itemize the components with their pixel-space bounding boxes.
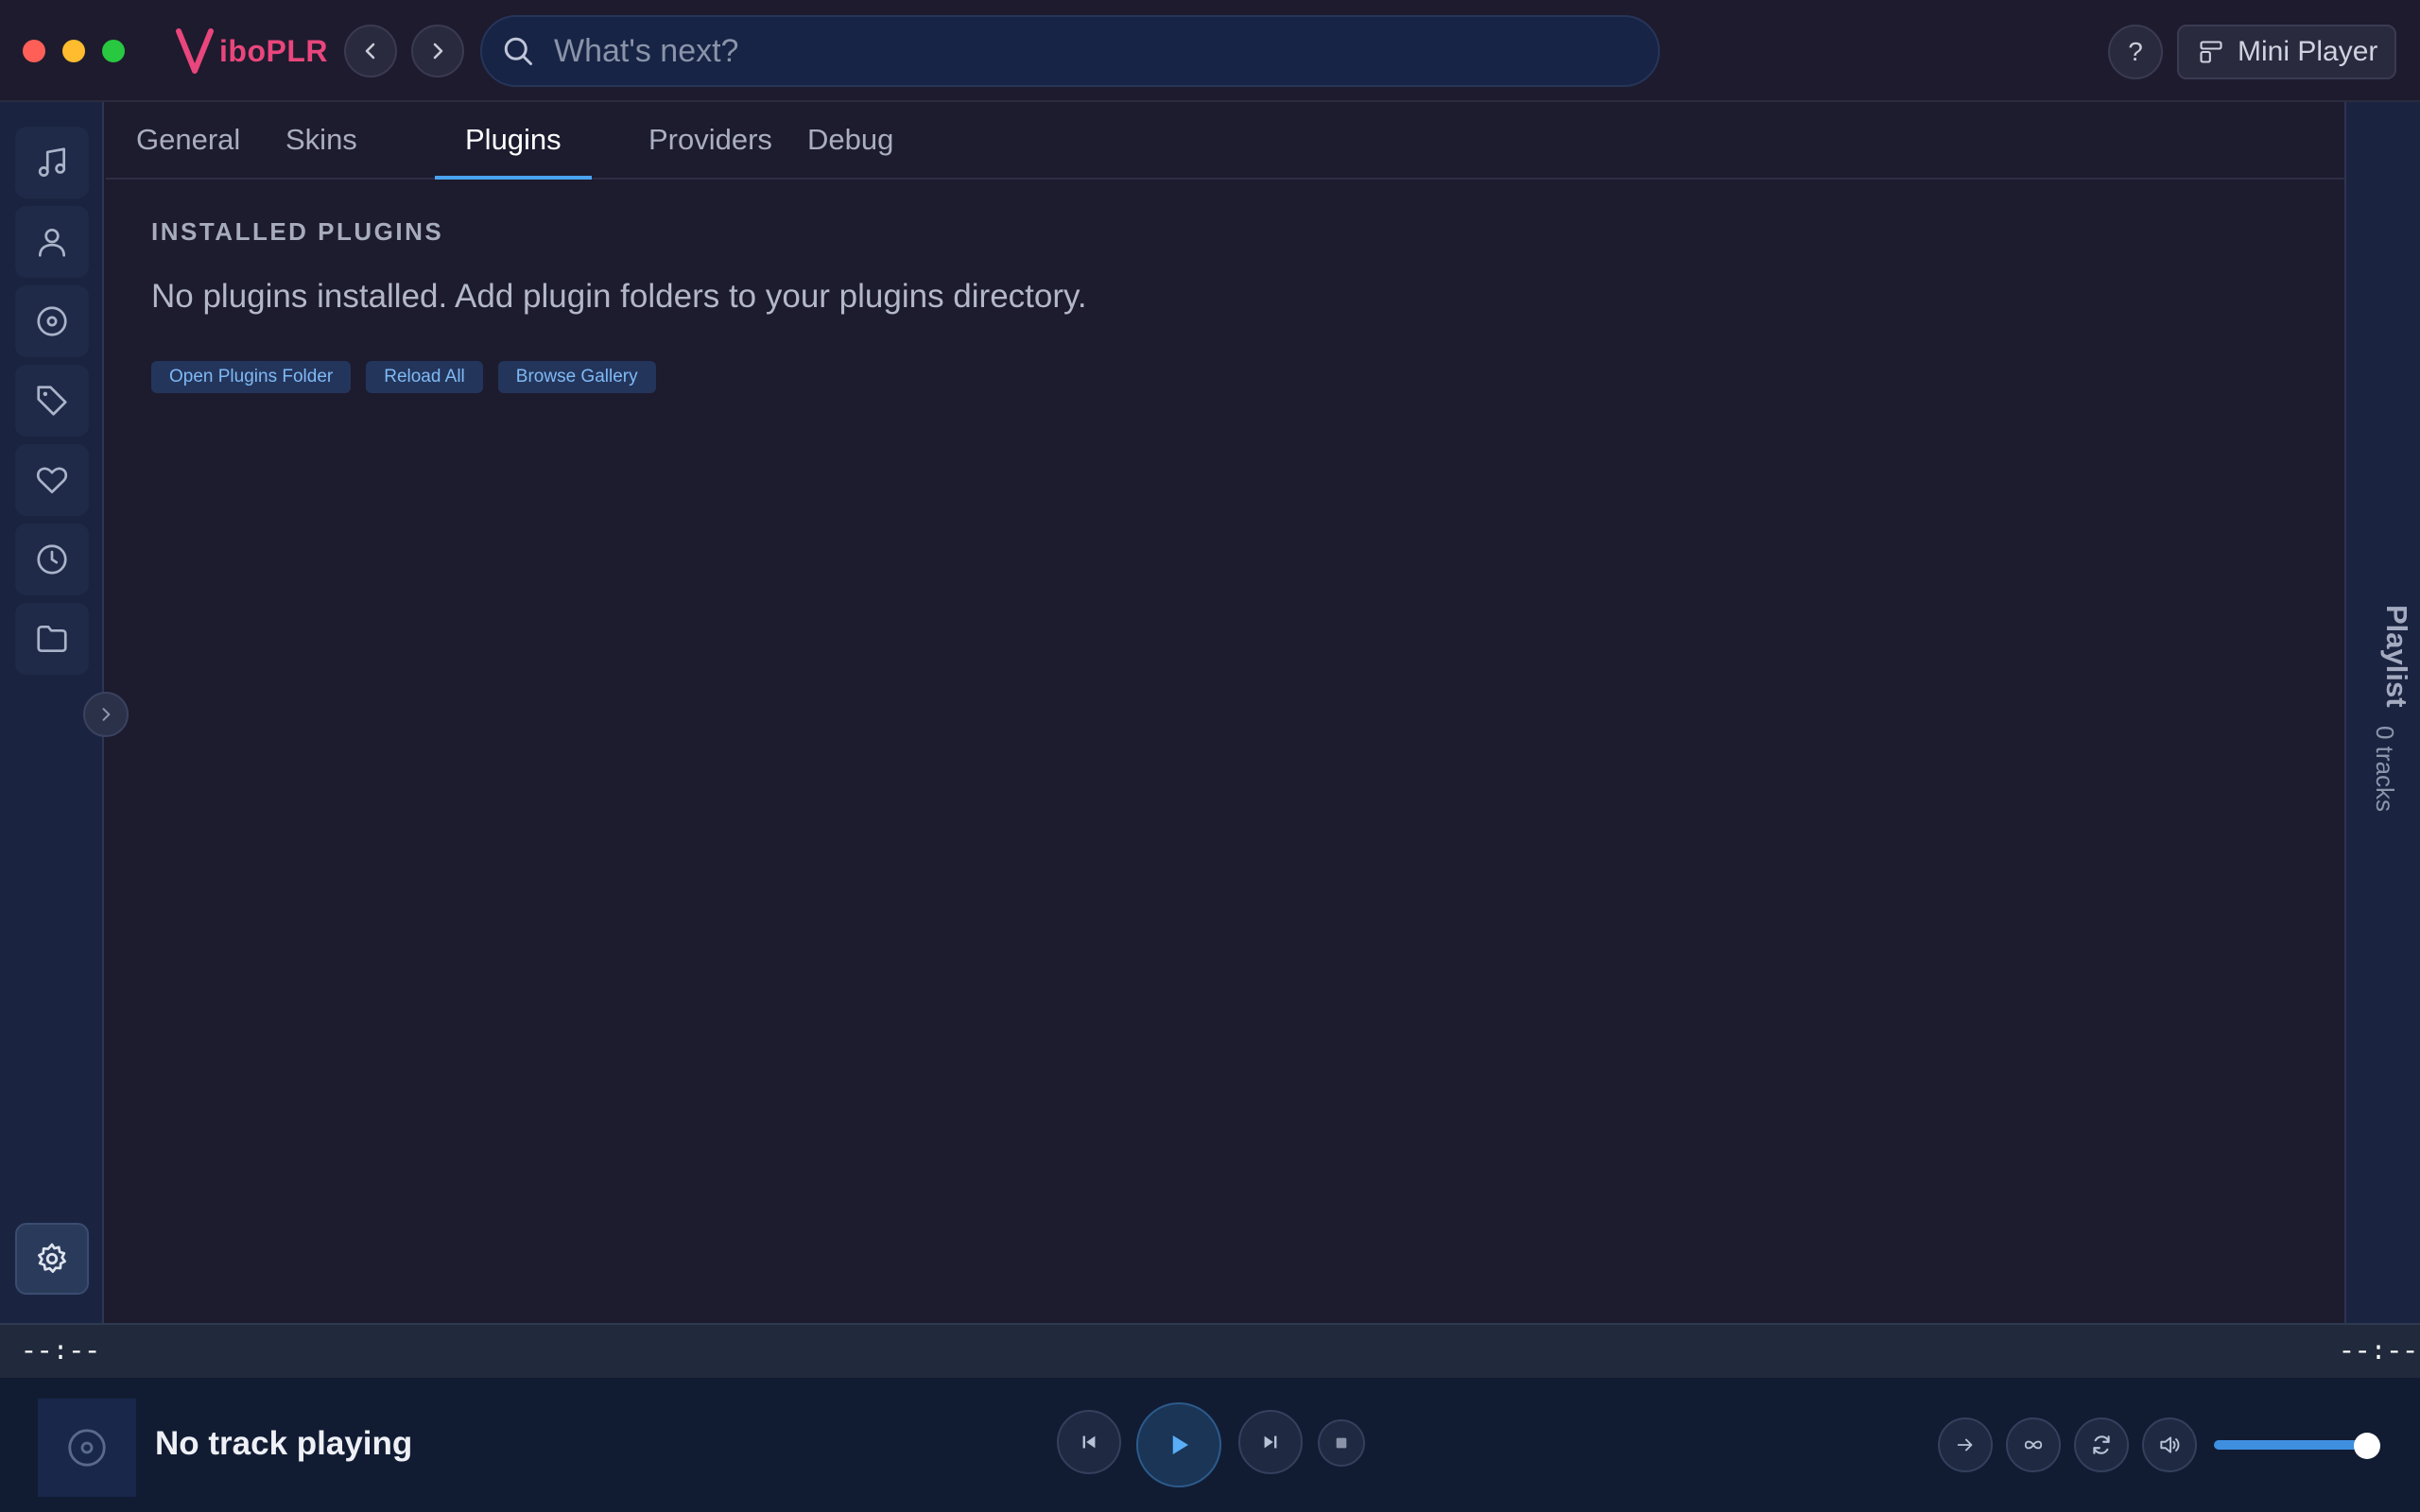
open-plugins-folder-button[interactable]: Open Plugins Folder <box>151 361 352 393</box>
sidebar-item-albums[interactable] <box>15 285 89 357</box>
gear-icon <box>38 1243 66 1273</box>
section-title: INSTALLED PLUGINS <box>151 217 444 246</box>
sidebar-item-settings[interactable] <box>15 1223 89 1295</box>
browse-gallery-button[interactable]: Browse Gallery <box>497 361 656 393</box>
search-input[interactable] <box>552 31 1592 71</box>
playlist-label: Playlist <box>2380 605 2413 708</box>
music-note-icon <box>38 147 66 177</box>
tab-debug[interactable]: Debug <box>777 121 924 180</box>
window-close-button[interactable] <box>23 40 45 62</box>
remaining-time: --:-- <box>2339 1338 2419 1367</box>
elapsed-time: --:-- <box>21 1338 101 1367</box>
disc-icon <box>68 1429 106 1467</box>
heart-icon <box>36 467 68 494</box>
reload-all-button[interactable]: Reload All <box>366 361 483 393</box>
chevron-left-icon <box>365 43 375 60</box>
volume-slider-thumb[interactable] <box>2354 1433 2380 1459</box>
repeat-button[interactable] <box>2074 1418 2129 1472</box>
search-bar[interactable] <box>480 15 1660 87</box>
infinity-icon <box>2024 1440 2043 1450</box>
window-maximize-button[interactable] <box>102 40 125 62</box>
chevron-right-icon <box>102 708 111 721</box>
skip-back-icon <box>1082 1435 1096 1449</box>
window-minimize-button[interactable] <box>62 40 85 62</box>
volume-icon <box>2160 1436 2180 1453</box>
playlist-track-count: 0 tracks <box>2371 726 2399 813</box>
sidebar-item-favorites[interactable] <box>15 444 89 516</box>
sidebar-collapse-button[interactable] <box>83 692 129 737</box>
album-art <box>38 1399 136 1497</box>
folder-icon <box>37 625 67 653</box>
play-icon <box>1172 1435 1188 1454</box>
track-title: No track playing <box>155 1425 413 1462</box>
forward-button[interactable] <box>411 25 464 77</box>
sidebar-item-genres[interactable] <box>15 365 89 437</box>
play-button[interactable] <box>1136 1402 1221 1487</box>
skip-forward-icon <box>1264 1435 1277 1449</box>
mini-player-button[interactable]: Mini Player <box>2177 25 2396 79</box>
plugin-actions: Open Plugins Folder Reload All Browse Ga… <box>151 361 656 393</box>
sidebar-item-music[interactable] <box>15 127 89 198</box>
mini-player-icon <box>2200 41 2222 63</box>
sidebar-item-history[interactable] <box>15 524 89 595</box>
app-name: iboPLR <box>219 33 328 68</box>
volume-button[interactable] <box>2142 1418 2197 1472</box>
app-logo[interactable]: iboPLR <box>176 26 328 76</box>
logo-v-icon <box>176 28 214 74</box>
help-button[interactable]: ? <box>2108 25 2163 79</box>
playlist-panel[interactable] <box>2344 102 2420 1323</box>
clock-icon <box>37 544 67 575</box>
chevron-right-icon <box>433 43 443 60</box>
next-button[interactable] <box>1238 1410 1303 1474</box>
empty-state-message: No plugins installed. Add plugin folders… <box>151 278 1087 315</box>
infinite-play-button[interactable] <box>2006 1418 2061 1472</box>
volume-slider-track[interactable] <box>2214 1440 2367 1450</box>
sidebar-item-folders[interactable] <box>15 603 89 675</box>
search-icon <box>504 37 532 65</box>
user-icon <box>38 228 66 257</box>
seek-bar[interactable]: --:-- --:-- <box>0 1323 2420 1378</box>
settings-tabs: General Skins Plugins Providers Debug <box>106 102 2344 180</box>
tab-skins[interactable]: Skins <box>255 121 388 180</box>
arrow-right-icon <box>1957 1438 1973 1452</box>
title-bar: iboPLR ? Mini Player <box>0 0 2420 102</box>
main-content: General Skins Plugins Providers Debug IN… <box>106 102 2344 1323</box>
disc-icon <box>37 306 67 336</box>
tab-plugins[interactable]: Plugins <box>435 121 592 180</box>
tag-icon <box>37 386 67 416</box>
mini-player-label: Mini Player <box>2238 36 2378 67</box>
sidebar-item-artists[interactable] <box>15 206 89 278</box>
back-button[interactable] <box>344 25 397 77</box>
previous-button[interactable] <box>1057 1410 1121 1474</box>
stop-icon <box>1336 1437 1347 1449</box>
tab-general[interactable]: General <box>106 121 270 180</box>
play-order-button[interactable] <box>1938 1418 1993 1472</box>
tab-providers[interactable]: Providers <box>618 121 803 180</box>
repeat-icon <box>2093 1435 2110 1454</box>
player-bar: No track playing <box>0 1378 2420 1512</box>
stop-button[interactable] <box>1318 1419 1365 1467</box>
